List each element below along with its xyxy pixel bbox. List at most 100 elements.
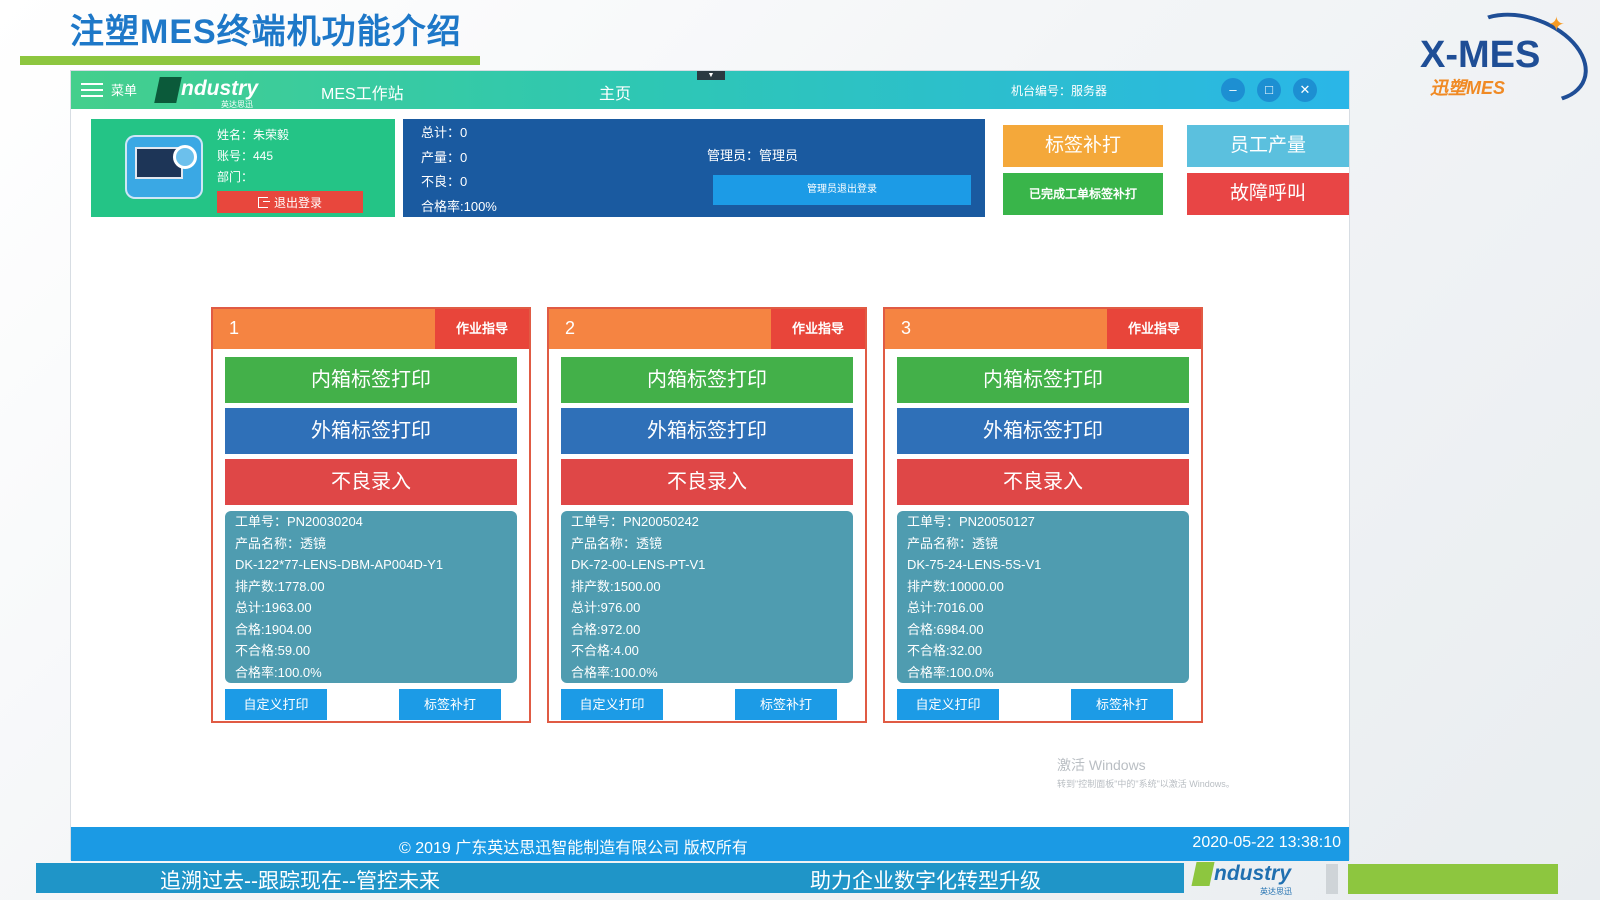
stat-output: 产量：0 (421, 149, 468, 165)
home-tab[interactable]: 主页 (599, 80, 631, 104)
pass-qty: 合格:1904.00 (235, 621, 312, 637)
label-reprint-button[interactable]: 标签补打 (735, 689, 837, 720)
fail-qty: 不合格:32.00 (907, 643, 983, 658)
outer-label-print-button[interactable]: 外箱标签打印 (561, 408, 853, 454)
close-button[interactable]: ✕ (1293, 78, 1317, 102)
chevron-down-icon[interactable]: ▼ (697, 71, 725, 80)
bottom-logo-sub: 英达思迅 (1260, 887, 1292, 896)
fail-qty: 不合格:59.00 (235, 643, 311, 658)
pass-rate: 合格率:100.0% (235, 664, 322, 680)
defect-entry-button[interactable]: 不良录入 (225, 459, 517, 505)
defect-entry-button[interactable]: 不良录入 (561, 459, 853, 505)
station-panel-3: 3 作业指导 内箱标签打印 外箱标签打印 不良录入 工单号：PN20050127… (883, 307, 1203, 723)
stat-defect: 不良：0 (421, 174, 468, 189)
slogan-band: 追溯过去--跟踪现在--管控未来 助力企业数字化转型升级 (36, 863, 1184, 893)
title-underline (20, 56, 480, 65)
mes-app-window: 菜单 ndustry 英达思迅 MES工作站 主页 ▼ 机台编号：服务器 – □… (70, 70, 1350, 861)
user-name: 姓名：朱荣毅 (217, 128, 290, 142)
total-qty: 总计:976.00 (571, 600, 641, 615)
inner-label-print-button[interactable]: 内箱标签打印 (225, 357, 517, 403)
station-panel-2: 2 作业指导 内箱标签打印 外箱标签打印 不良录入 工单号：PN20050242… (547, 307, 867, 723)
pass-rate: 合格率:100.0% (571, 664, 658, 680)
user-account: 账号：445 (217, 149, 274, 163)
slogan-left: 追溯过去--跟踪现在--管控未来 (160, 870, 440, 893)
station-name: MES工作站 (321, 86, 404, 103)
logout-label: 退出登录 (273, 195, 322, 210)
hamburger-icon (81, 82, 103, 97)
app-footer: © 2019 广东英达思迅智能制造有限公司 版权所有 2020-05-22 13… (71, 827, 1349, 861)
logout-button[interactable]: 退出登录 (217, 191, 363, 213)
user-info: 姓名：朱荣毅 账号：445 部门： (217, 125, 289, 188)
stat-total: 总计：0 (421, 125, 468, 140)
station-panel-1: 1 作业指导 内箱标签打印 外箱标签打印 不良录入 工单号：PN20030204… (211, 307, 531, 723)
maximize-button[interactable]: □ (1257, 78, 1281, 102)
minimize-button[interactable]: – (1221, 78, 1245, 102)
product-name: 产品名称：透镜 (235, 535, 327, 551)
inner-label-print-button[interactable]: 内箱标签打印 (561, 357, 853, 403)
pass-qty: 合格:972.00 (571, 621, 641, 637)
stats-card: 总计：0 产量：0 不良：0 合格率:100% 管理员：管理员 管理员退出登录 (403, 119, 985, 217)
defect-entry-button[interactable]: 不良录入 (897, 459, 1189, 505)
stats-list: 总计：0 产量：0 不良：0 合格率:100% (421, 121, 497, 219)
slogan-right: 助力企业数字化转型升级 (810, 870, 1041, 893)
scheduled-qty: 排产数:10000.00 (907, 578, 1004, 594)
logo-sub-text: 迅塑MES (1430, 78, 1506, 98)
pass-rate: 合格率:100.0% (907, 664, 994, 680)
total-qty: 总计:1963.00 (235, 600, 312, 615)
work-guide-button[interactable]: 作业指导 (771, 309, 865, 349)
activation-watermark: 激活 Windows 转到"控制面板"中的"系统"以激活 Windows。 (1057, 755, 1235, 790)
admin-label: 管理员：管理员 (707, 148, 799, 163)
bottom-logo-mark (1191, 862, 1215, 886)
product-code: DK-75-24-LENS-5S-V1 (907, 557, 1042, 572)
order-number: 工单号：PN20030204 (235, 514, 363, 529)
order-info-box: 工单号：PN20050242 产品名称：透镜 DK-72-00-LENS-PT-… (561, 511, 853, 683)
product-code: DK-72-00-LENS-PT-V1 (571, 557, 706, 572)
menu-label: 菜单 (111, 83, 138, 98)
outer-label-print-button[interactable]: 外箱标签打印 (897, 408, 1189, 454)
scheduled-qty: 排产数:1778.00 (235, 578, 325, 594)
work-guide-button[interactable]: 作业指导 (1107, 309, 1201, 349)
reprint-button[interactable]: 标签补打 (1003, 125, 1163, 167)
completed-reprint-button[interactable]: 已完成工单标签补打 (1003, 173, 1163, 215)
product-name: 产品名称：透镜 (571, 535, 663, 551)
monitor-icon (125, 135, 203, 199)
logo-star-icon: ✦ (1548, 14, 1565, 36)
logo-mark (154, 77, 182, 103)
panel-header: 1 作业指导 (213, 309, 529, 349)
label-reprint-button[interactable]: 标签补打 (399, 689, 501, 720)
industry-bottom-logo: ndustry 英达思迅 (1191, 858, 1332, 898)
inner-label-print-button[interactable]: 内箱标签打印 (897, 357, 1189, 403)
fault-call-button[interactable]: 故障呼叫 (1187, 173, 1349, 215)
watermark-line-2: 转到"控制面板"中的"系统"以激活 Windows。 (1057, 779, 1235, 789)
order-info-box: 工单号：PN20030204 产品名称：透镜 DK-122*77-LENS-DB… (225, 511, 517, 683)
work-guide-button[interactable]: 作业指导 (435, 309, 529, 349)
product-name: 产品名称：透镜 (907, 535, 999, 551)
order-info-box: 工单号：PN20050127 产品名称：透镜 DK-75-24-LENS-5S-… (897, 511, 1189, 683)
panel-number: 2 (565, 318, 576, 338)
logo-sub: 英达思迅 (221, 100, 253, 109)
slide-title: 注塑MES终端机功能介绍 (70, 13, 462, 51)
user-card: 姓名：朱荣毅 账号：445 部门： 退出登录 (91, 119, 395, 217)
label-reprint-button[interactable]: 标签补打 (1071, 689, 1173, 720)
custom-print-button[interactable]: 自定义打印 (225, 689, 327, 720)
decor-block-green (1348, 864, 1558, 894)
industry-logo: ndustry 英达思迅 (154, 73, 287, 109)
total-qty: 总计:7016.00 (907, 600, 984, 615)
menu-button[interactable]: 菜单 (81, 80, 137, 99)
panel-number: 1 (229, 318, 240, 338)
staff-output-button[interactable]: 员工产量 (1187, 125, 1349, 167)
fail-qty: 不合格:4.00 (571, 643, 639, 658)
admin-logout-button[interactable]: 管理员退出登录 (713, 175, 971, 205)
custom-print-button[interactable]: 自定义打印 (897, 689, 999, 720)
panel-header: 3 作业指导 (885, 309, 1201, 349)
logo-word: ndustry (181, 77, 259, 100)
xmes-logo: ✦ X-MES 迅塑MES (1420, 0, 1600, 120)
logout-icon (257, 196, 270, 208)
panel-header: 2 作业指导 (549, 309, 865, 349)
stat-pass-rate: 合格率:100% (421, 198, 497, 214)
outer-label-print-button[interactable]: 外箱标签打印 (225, 408, 517, 454)
custom-print-button[interactable]: 自定义打印 (561, 689, 663, 720)
datetime-text: 2020-05-22 13:38:10 (1192, 834, 1341, 851)
order-number: 工单号：PN20050242 (571, 514, 699, 529)
decor-block-gray (1326, 864, 1338, 894)
